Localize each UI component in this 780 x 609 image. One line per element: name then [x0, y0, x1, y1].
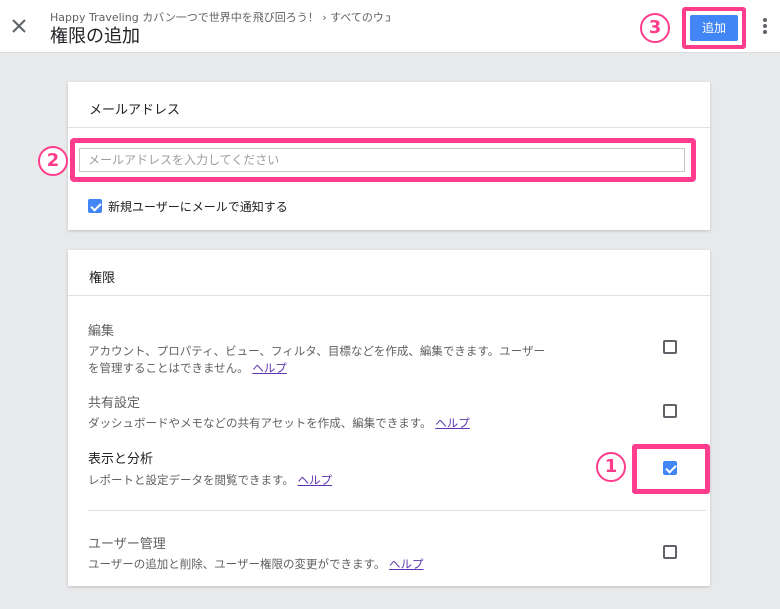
permission-edit-checkbox[interactable]: [663, 340, 677, 354]
permission-share-desc: ダッシュボードやメモなどの共有アセットを作成、編集できます。 ヘルプ: [88, 416, 470, 430]
permission-users-desc: ユーザーの追加と削除、ユーザー権限の変更ができます。 ヘルプ: [88, 557, 424, 571]
annotation-1: 1: [596, 452, 626, 482]
email-input[interactable]: [79, 148, 685, 172]
permission-users-title: ユーザー管理: [88, 537, 166, 552]
add-button[interactable]: 追加: [690, 15, 738, 41]
top-bar: Happy Traveling カバン一つで世界中を飛び回ろう！ › すべてのウ…: [0, 0, 780, 53]
permissions-divider: [88, 510, 706, 511]
notify-label: 新規ユーザーにメールで通知する: [108, 200, 288, 214]
email-card-heading: メールアドレス: [68, 82, 710, 128]
permission-share-checkbox[interactable]: [663, 404, 677, 418]
help-link[interactable]: ヘルプ: [298, 473, 333, 487]
permission-users-checkbox[interactable]: [663, 545, 677, 559]
help-link[interactable]: ヘルプ: [389, 557, 424, 571]
notify-checkbox[interactable]: [88, 199, 102, 213]
annotation-3: 3: [640, 13, 670, 43]
permission-edit-desc: アカウント、プロパティ、ビュー、フィルタ、目標などを作成、編集できます。ユーザー…: [88, 344, 546, 375]
close-icon[interactable]: [10, 17, 28, 35]
help-link[interactable]: ヘルプ: [252, 361, 287, 375]
permission-edit-title: 編集: [88, 324, 115, 339]
page-title: 権限の追加: [50, 26, 140, 47]
permission-view-desc: レポートと設定データを閲覧できます。 ヘルプ: [88, 473, 333, 487]
permission-share-title: 共有設定: [88, 396, 141, 411]
more-vert-icon[interactable]: [760, 18, 770, 36]
permission-view-checkbox[interactable]: [663, 461, 677, 475]
help-link[interactable]: ヘルプ: [435, 416, 470, 430]
permission-view-title: 表示と分析: [88, 452, 154, 467]
annotation-2: 2: [38, 146, 68, 176]
permissions-card-heading: 権限: [68, 250, 710, 296]
